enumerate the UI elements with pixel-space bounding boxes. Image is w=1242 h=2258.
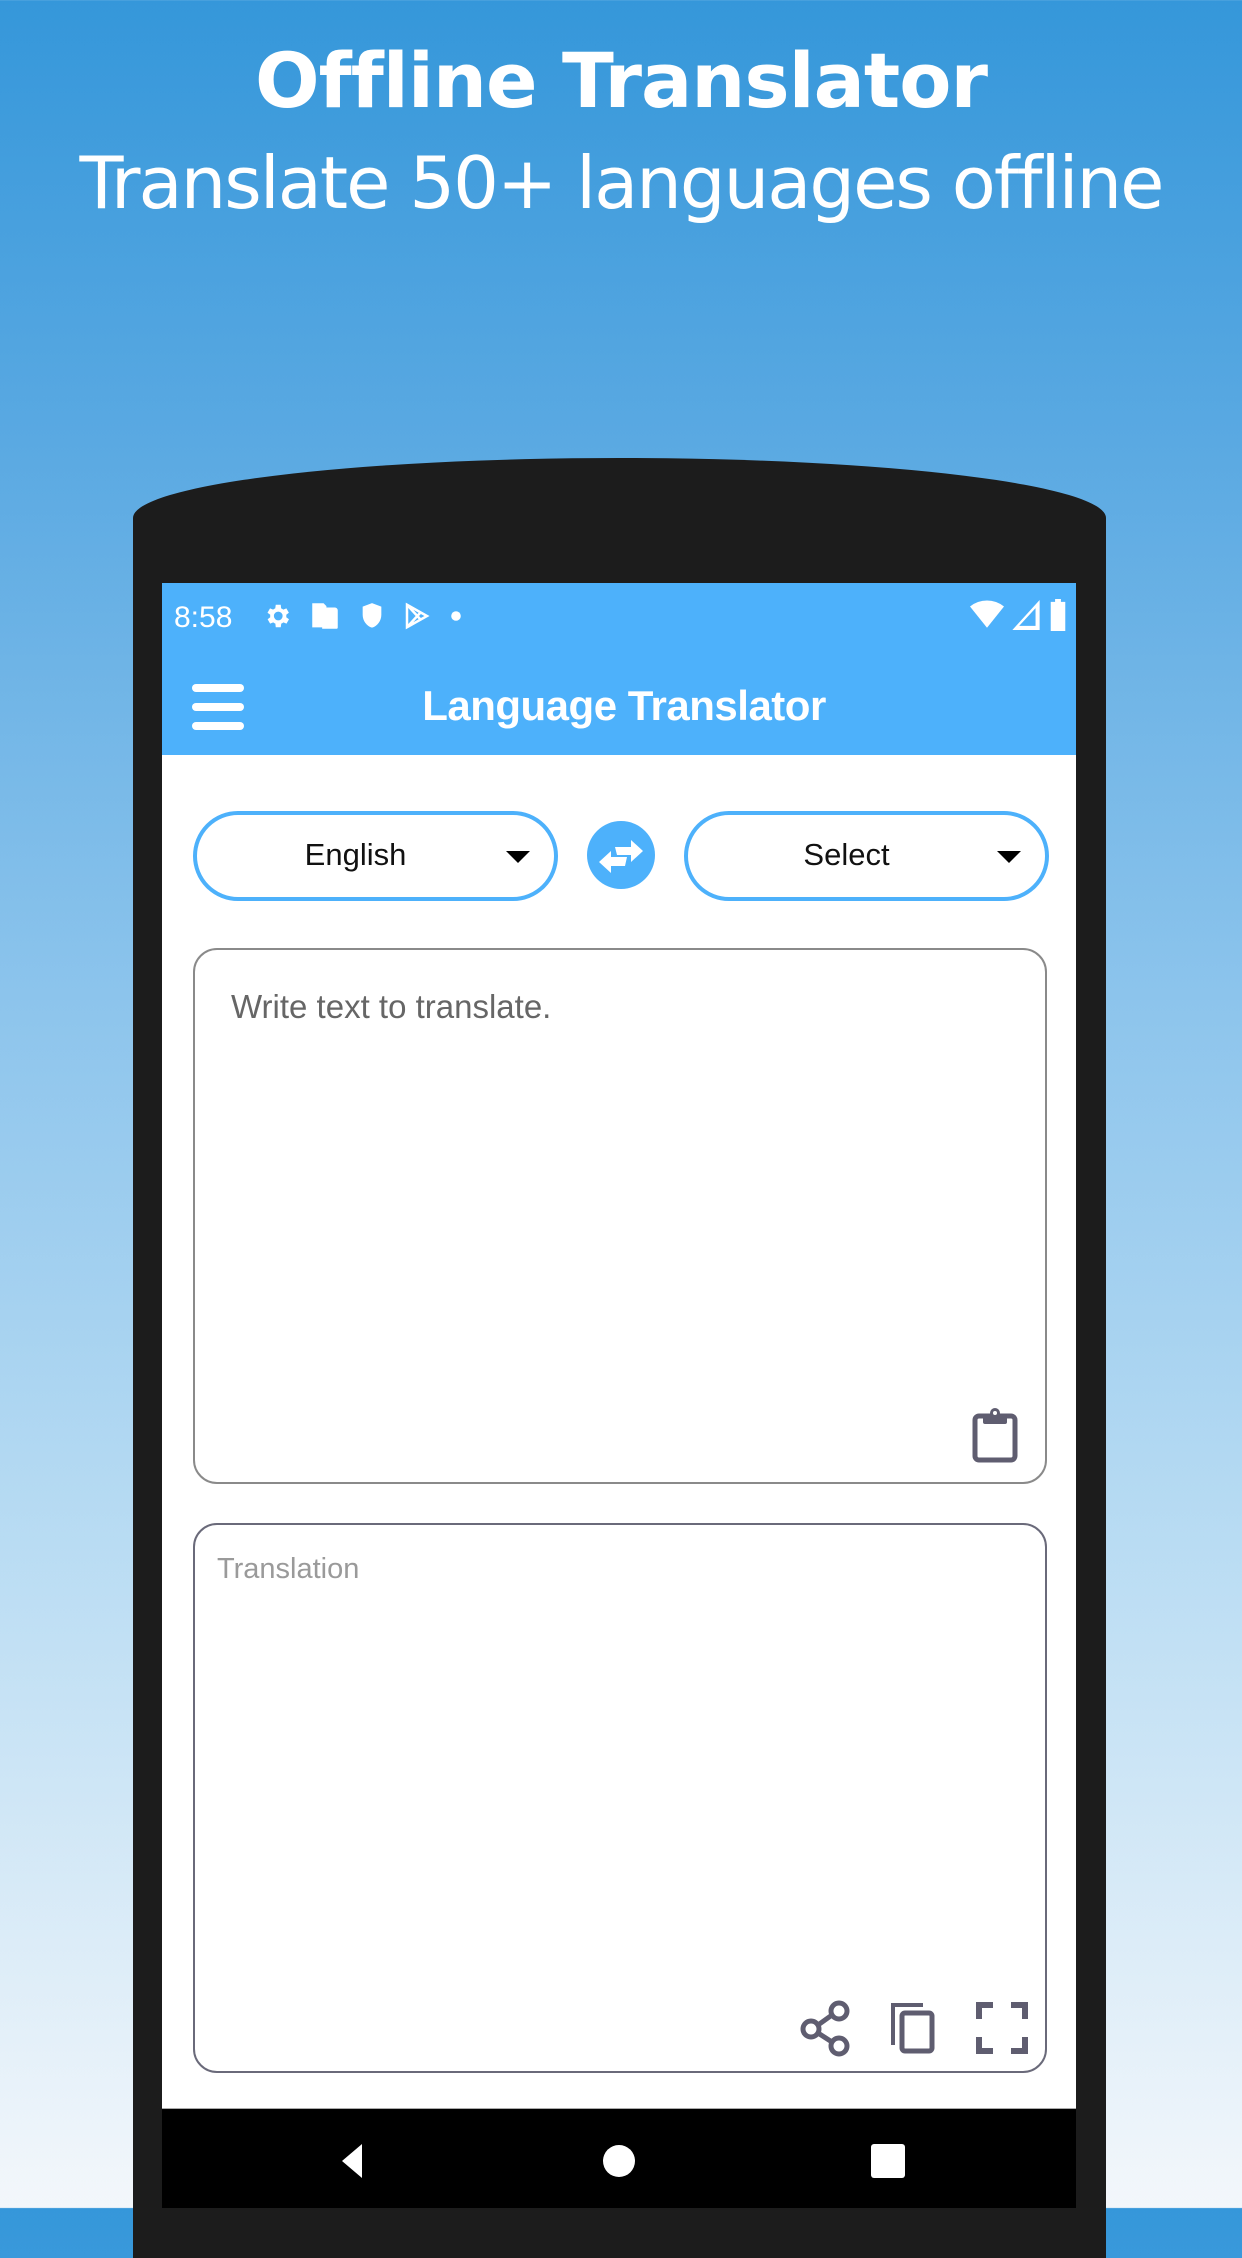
target-language-dropdown[interactable]: Select (684, 811, 1049, 901)
source-language-label: English (304, 837, 407, 872)
clipboard-icon[interactable] (971, 1408, 1019, 1464)
promo-title: Offline Translator (255, 36, 988, 125)
shield-icon (362, 603, 382, 628)
swap-languages-button[interactable] (587, 821, 655, 889)
wifi-icon (970, 600, 1004, 628)
fullscreen-icon[interactable] (973, 1999, 1031, 2057)
system-nav-bar (162, 2108, 1076, 2208)
cell-signal-icon (1012, 600, 1040, 630)
translation-output[interactable]: Translation (193, 1523, 1047, 2073)
chevron-down-icon (506, 851, 530, 863)
target-language-label: Select (803, 837, 890, 872)
status-time: 8:58 (174, 601, 233, 634)
app-bar: Language Translator (162, 660, 1076, 755)
source-text-placeholder: Write text to translate. (231, 988, 552, 1025)
source-text-input[interactable]: Write text to translate. (193, 948, 1047, 1484)
back-icon[interactable] (332, 2141, 372, 2181)
translation-placeholder: Translation (217, 1553, 360, 1585)
play-store-icon (405, 602, 430, 630)
gear-icon (267, 604, 289, 628)
share-icon[interactable] (797, 1999, 855, 2057)
dot-icon (451, 611, 461, 621)
app-title: Language Translator (422, 682, 826, 729)
promo-subtitle: Translate 50+ languages offline (79, 141, 1165, 225)
sd-card-icon (312, 603, 338, 629)
home-icon[interactable] (599, 2141, 639, 2181)
copy-icon[interactable] (885, 1999, 943, 2057)
source-language-dropdown[interactable]: English (193, 811, 558, 901)
status-bar: 8:58 (162, 583, 1076, 660)
battery-icon (1050, 599, 1066, 631)
swap-arrows-icon (599, 840, 643, 873)
app-screen: 8:58 Language Translator English Select (162, 583, 1076, 2208)
recents-icon[interactable] (868, 2141, 908, 2181)
chevron-down-icon (997, 851, 1021, 863)
